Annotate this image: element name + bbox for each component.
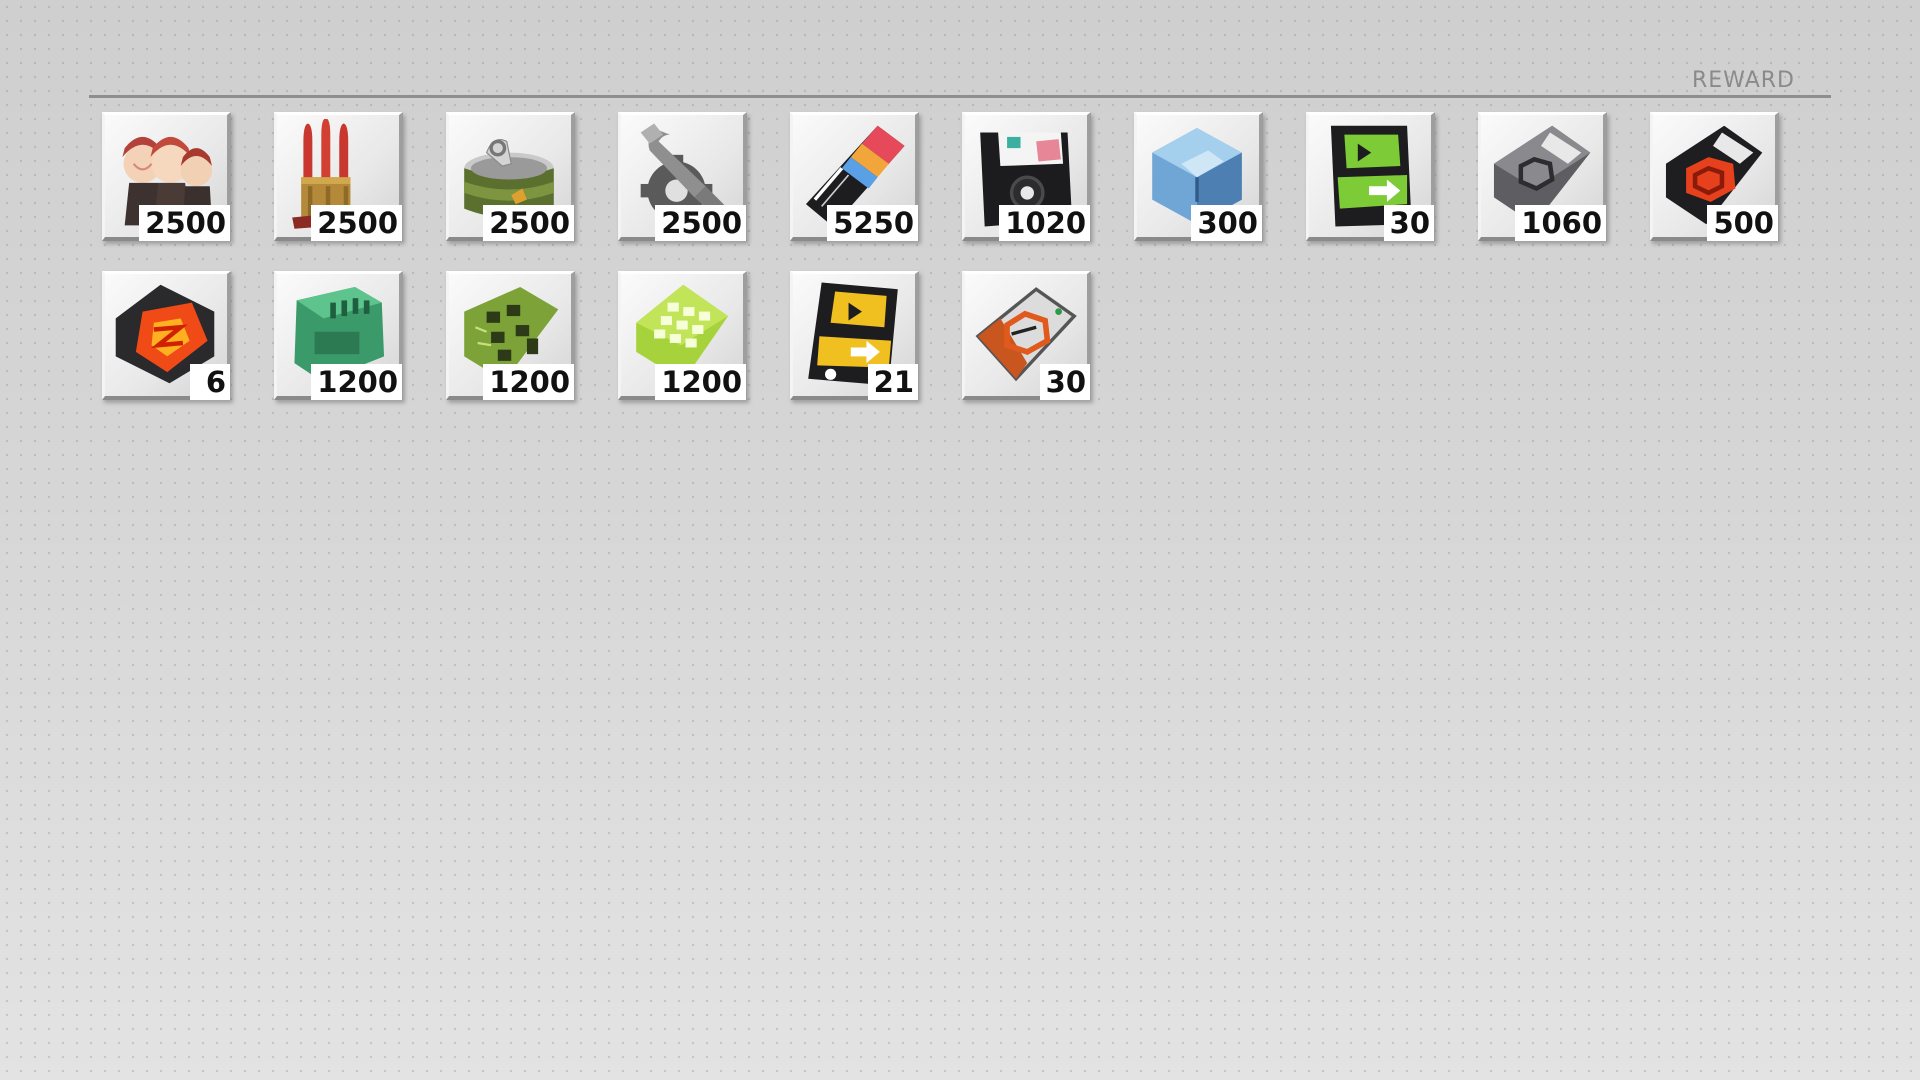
item-count: 30 (1383, 205, 1434, 241)
reward-item[interactable]: 1020 (962, 112, 1091, 241)
item-count: 1200 (655, 364, 746, 400)
reward-item[interactable]: 500 (1650, 112, 1779, 241)
item-count: 1060 (1515, 205, 1606, 241)
reward-title: REWARD (1691, 68, 1795, 93)
reward-item[interactable]: 2500 (102, 112, 231, 241)
item-count: 2500 (311, 205, 402, 241)
item-count: 1020 (999, 205, 1090, 241)
reward-item[interactable]: 30 (962, 271, 1091, 400)
reward-row-2: 6 1200 1200 1200 21 30 (102, 271, 1802, 400)
item-count: 2500 (483, 205, 574, 241)
reward-item[interactable]: 2500 (618, 112, 747, 241)
reward-item[interactable]: 5250 (790, 112, 919, 241)
item-count: 30 (1039, 364, 1090, 400)
reward-item[interactable]: 1200 (618, 271, 747, 400)
item-count: 2500 (139, 205, 230, 241)
reward-item[interactable]: 1060 (1478, 112, 1607, 241)
reward-row-1: 2500 2500 2500 2500 5250 1020 300 30 106… (102, 112, 1802, 241)
item-count: 21 (867, 364, 918, 400)
item-count: 2500 (655, 205, 746, 241)
reward-item[interactable]: 1200 (446, 271, 575, 400)
reward-item[interactable]: 2500 (274, 112, 403, 241)
reward-header: REWARD (89, 56, 1831, 98)
item-count: 500 (1707, 205, 1778, 241)
item-count: 1200 (311, 364, 402, 400)
reward-item[interactable]: 21 (790, 271, 919, 400)
reward-item[interactable]: 1200 (274, 271, 403, 400)
reward-item[interactable]: 300 (1134, 112, 1263, 241)
reward-item[interactable]: 6 (102, 271, 231, 400)
reward-item[interactable]: 2500 (446, 112, 575, 241)
item-count: 5250 (827, 205, 918, 241)
header-divider (89, 95, 1831, 98)
reward-item[interactable]: 30 (1306, 112, 1435, 241)
item-count: 6 (190, 364, 230, 400)
item-count: 1200 (483, 364, 574, 400)
reward-grid: 2500 2500 2500 2500 5250 1020 300 30 106… (102, 112, 1802, 430)
item-count: 300 (1191, 205, 1262, 241)
